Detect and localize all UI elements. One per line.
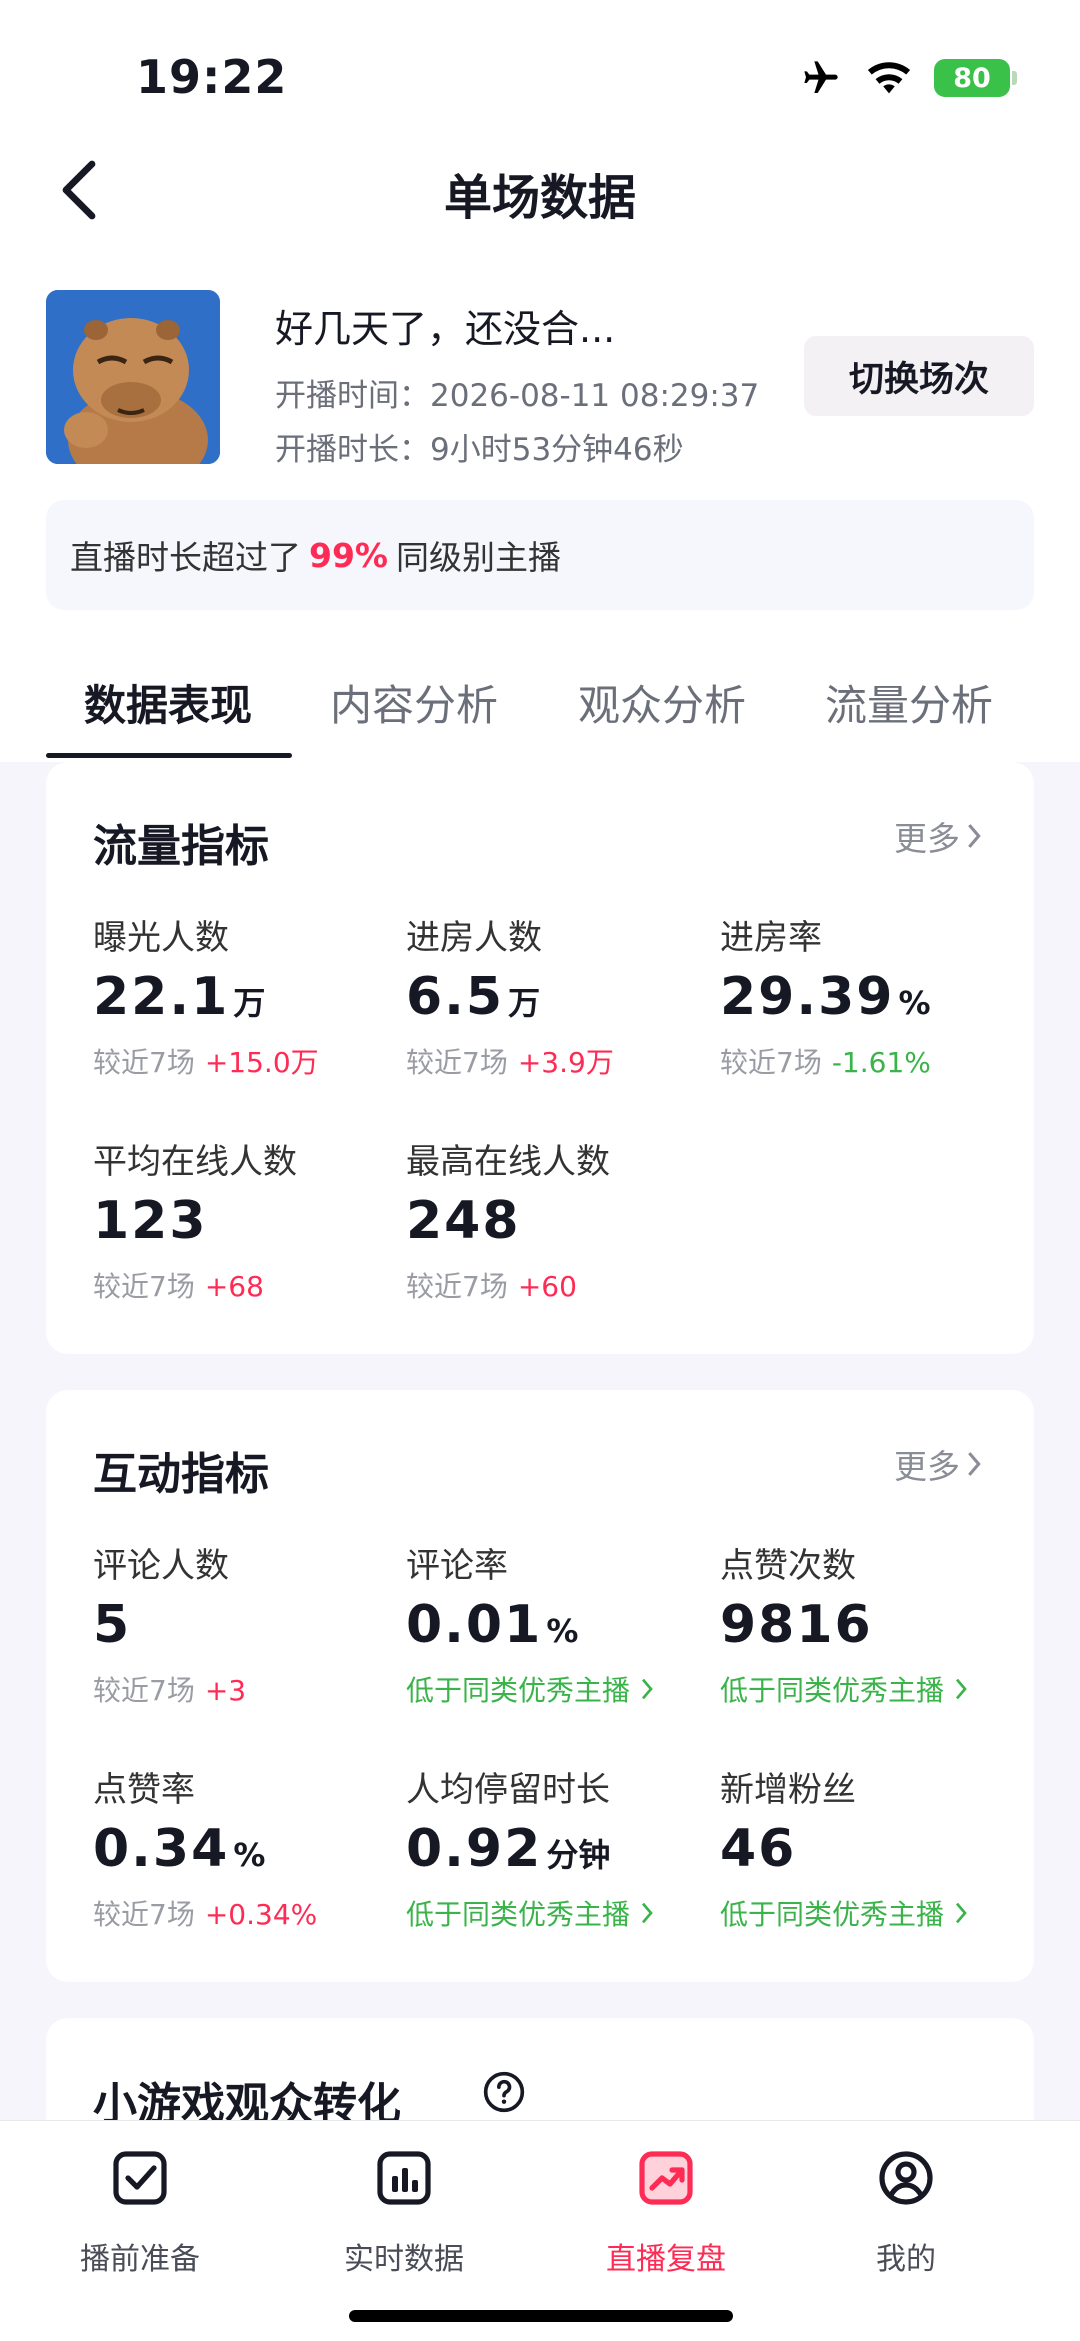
banner-percent: 99% (309, 535, 388, 575)
nav-realtime-data[interactable]: 实时数据 (304, 2146, 504, 2278)
metric-label: 评论率 (406, 1546, 508, 1586)
metric-avg-stay[interactable]: 人均停留时长 0.92 分钟 低于同类优秀主播 (406, 1762, 706, 1933)
metric-commenters[interactable]: 评论人数 5 较近7场 +3 (93, 1538, 393, 1709)
metric-compare: 较近7场 -1.61% (720, 1046, 931, 1079)
chevron-right-icon (642, 1902, 653, 1924)
metric-label: 点赞次数 (720, 1546, 856, 1586)
tab-data-performance[interactable]: 数据表现 (84, 672, 252, 733)
metric-label: 新增粉丝 (720, 1770, 856, 1810)
tab-audience-analysis[interactable]: 观众分析 (578, 672, 746, 733)
tab-active-indicator (46, 753, 292, 758)
metric-compare: 较近7场 +68 (93, 1270, 264, 1303)
metric-label: 进房人数 (406, 918, 542, 958)
metric-value: 46 (720, 1819, 797, 1879)
battery-icon: 80 (934, 59, 1017, 97)
metric-label: 曝光人数 (93, 918, 229, 958)
nav-label: 我的 (876, 2242, 936, 2277)
trend-chart-icon (639, 2151, 693, 2205)
nav-label: 直播复盘 (606, 2242, 726, 2277)
metric-value: 22.1 万 (93, 967, 266, 1027)
banner-prefix: 直播时长超过了 (70, 538, 301, 577)
chevron-right-icon (956, 1902, 967, 1924)
metric-benchmark-link[interactable]: 低于同类优秀主播 (406, 1893, 706, 1933)
metric-label: 点赞率 (93, 1770, 195, 1810)
metric-value: 5 (93, 1595, 132, 1655)
metric-label: 评论人数 (93, 1546, 229, 1586)
status-icons: 80 (798, 58, 1017, 98)
metric-benchmark-link[interactable]: 低于同类优秀主播 (406, 1669, 706, 1709)
metric-compare: 较近7场 +60 (406, 1270, 577, 1303)
metric-compare: 较近7场 +0.34% (93, 1898, 318, 1931)
duration-rank-banner: 直播时长超过了 99% 同级别主播 (46, 500, 1034, 610)
metric-benchmark-link[interactable]: 低于同类优秀主播 (720, 1893, 1020, 1933)
traffic-metrics-card: 流量指标 更多 曝光人数 22.1 万 较近7场 +15.0万 进房人数 6.5 万 … (46, 762, 1034, 1354)
traffic-card-title: 流量指标 (93, 821, 269, 872)
nav-label: 播前准备 (80, 2242, 200, 2277)
metric-likes[interactable]: 点赞次数 9816 低于同类优秀主播 (720, 1538, 1020, 1709)
metric-compare: 较近7场 +3 (93, 1674, 247, 1707)
nav-me[interactable]: 我的 (806, 2146, 1006, 2278)
wifi-icon (867, 62, 911, 94)
metric-exposure[interactable]: 曝光人数 22.1 万 较近7场 +15.0万 (93, 910, 393, 1081)
interaction-card-title: 互动指标 (93, 1449, 269, 1500)
metric-compare: 较近7场 +3.9万 (406, 1046, 614, 1079)
chevron-right-icon (968, 1452, 981, 1476)
nav-pre-live[interactable]: 播前准备 (40, 2146, 240, 2278)
tab-content-analysis[interactable]: 内容分析 (330, 672, 498, 733)
metric-compare: 较近7场 +15.0万 (93, 1046, 319, 1079)
metric-value: 123 (93, 1191, 208, 1251)
metric-value: 0.01% (406, 1595, 579, 1655)
bottom-navigation: 播前准备 实时数据 直播复盘 我的 (0, 2120, 1080, 2341)
checkbox-icon (113, 2151, 167, 2205)
metric-like-rate[interactable]: 点赞率 0.34% 较近7场 +0.34% (93, 1762, 393, 1933)
stream-title: 好几天了，还没合... (275, 307, 616, 351)
chevron-right-icon (968, 824, 981, 848)
analysis-tabs: 数据表现 内容分析 观众分析 流量分析 (0, 660, 1080, 760)
metric-label: 最高在线人数 (406, 1142, 610, 1182)
more-label: 更多 (894, 1447, 960, 1486)
metric-entry-rate[interactable]: 进房率 29.39% 较近7场 -1.61% (720, 910, 1020, 1081)
metric-avg-online[interactable]: 平均在线人数 123 较近7场 +68 (93, 1134, 393, 1305)
interaction-more-link[interactable]: 更多 (894, 1440, 982, 1488)
metric-peak-online[interactable]: 最高在线人数 248 较近7场 +60 (406, 1134, 706, 1305)
stream-start-time: 开播时间：2026-08-11 08:29:37 (275, 378, 760, 414)
bar-chart-icon (377, 2151, 431, 2205)
nav-live-review[interactable]: 直播复盘 (566, 2146, 766, 2278)
metric-value: 29.39% (720, 967, 931, 1027)
chevron-right-icon (956, 1678, 967, 1700)
stream-duration: 开播时长：9小时53分钟46秒 (275, 432, 684, 468)
nav-label: 实时数据 (344, 2242, 464, 2277)
user-icon (879, 2151, 933, 2205)
airplane-icon (804, 61, 838, 93)
more-label: 更多 (894, 819, 960, 858)
help-icon[interactable] (482, 2070, 526, 2114)
metric-new-followers[interactable]: 新增粉丝 46 低于同类优秀主播 (720, 1762, 1020, 1933)
metric-label: 进房率 (720, 918, 822, 958)
interaction-metrics-card: 互动指标 更多 评论人数 5 较近7场 +3 评论率 0.01% 低于同类优秀主播… (46, 1390, 1034, 1982)
metric-value: 9816 (720, 1595, 873, 1655)
banner-suffix: 同级别主播 (396, 538, 561, 577)
traffic-more-link[interactable]: 更多 (894, 812, 982, 860)
stream-avatar[interactable] (46, 290, 220, 464)
metric-value: 0.92 分钟 (406, 1819, 611, 1879)
tab-traffic-analysis[interactable]: 流量分析 (825, 672, 993, 733)
metric-value: 248 (406, 1191, 521, 1251)
header-area: 19:22 80 单场数据 好几天了，还没合... 开播时间：2026-08-1… (0, 0, 1080, 762)
metric-comment-rate[interactable]: 评论率 0.01% 低于同类优秀主播 (406, 1538, 706, 1709)
metric-benchmark-link[interactable]: 低于同类优秀主播 (720, 1669, 1020, 1709)
metric-label: 人均停留时长 (406, 1770, 610, 1810)
capybara-avatar-icon (46, 290, 220, 464)
status-time: 19:22 (136, 50, 288, 104)
metric-label: 平均在线人数 (93, 1142, 297, 1182)
metric-entries[interactable]: 进房人数 6.5 万 较近7场 +3.9万 (406, 910, 706, 1081)
home-indicator[interactable] (349, 2310, 733, 2322)
switch-session-button[interactable]: 切换场次 (804, 336, 1034, 416)
metric-value: 6.5 万 (406, 967, 541, 1027)
metric-value: 0.34% (93, 1819, 266, 1879)
page-title: 单场数据 (443, 170, 636, 226)
chevron-right-icon (642, 1678, 653, 1700)
